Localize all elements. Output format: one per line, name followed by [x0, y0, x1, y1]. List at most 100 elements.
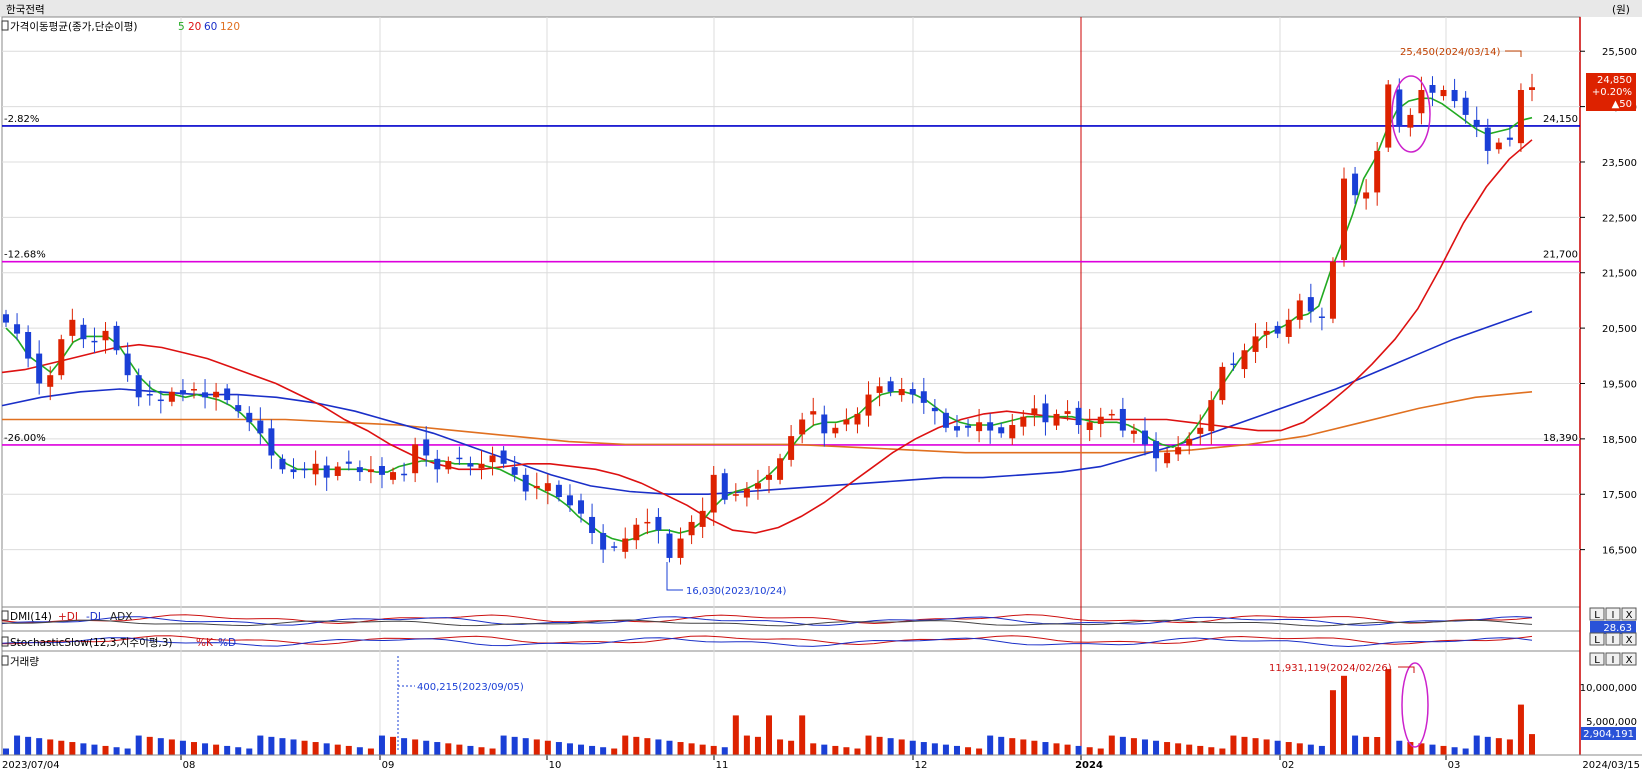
candle-body: [942, 412, 949, 428]
stoch-legend: StochasticSlow(12,3,지수이평,3) %K %D: [1, 636, 236, 649]
x-axis-label: 02: [1282, 760, 1295, 771]
candle-body: [1042, 403, 1049, 423]
candle-body: [865, 394, 872, 416]
candle-body: [1252, 336, 1259, 352]
volume-bar: [190, 742, 197, 755]
candle-body: [566, 495, 573, 506]
volume-bar: [1473, 735, 1480, 755]
ref-line-value-2: 18,390: [1543, 433, 1578, 444]
candle-body: [699, 510, 706, 527]
volume-bar: [434, 742, 441, 755]
volume-bar: [677, 742, 684, 755]
candle-body: [246, 412, 253, 423]
volume-bar: [887, 738, 894, 755]
volume-max-text: 11,931,119(2024/02/26): [1269, 663, 1392, 674]
candle-body: [555, 484, 562, 498]
volume-bar: [213, 744, 220, 755]
x-axis-label: 2024/03/15: [1582, 760, 1640, 771]
price-tick-label: 21,500: [1602, 269, 1637, 280]
dmi-adx-label: ADX: [110, 611, 132, 623]
candle-body: [721, 473, 728, 500]
volume-bar: [1318, 745, 1325, 755]
candle-body: [334, 466, 341, 476]
dmi-checkbox-icon[interactable]: [1, 610, 9, 621]
legend-checkbox-icon[interactable]: [1, 20, 9, 31]
price-legend: 가격이동평균(종가,단순이평) 5 20 60 120: [1, 20, 240, 33]
candle-body: [190, 389, 197, 391]
candle-body: [1053, 413, 1060, 426]
volume-bar: [533, 739, 540, 755]
x-axis-label: 08: [183, 760, 196, 771]
candle-body: [1363, 192, 1370, 199]
volume-bar: [1352, 735, 1359, 755]
volume-bar: [732, 715, 739, 755]
volume-bar: [1053, 743, 1060, 755]
volume-bar: [14, 735, 21, 755]
volume-bar: [80, 743, 87, 755]
candle-body: [478, 463, 485, 469]
volume-bar: [777, 739, 784, 755]
candle-body: [1164, 452, 1171, 464]
candle-body: [544, 483, 551, 491]
candle-body: [710, 474, 717, 513]
candle-body: [810, 411, 817, 415]
candle-body: [1153, 441, 1160, 459]
current-price: 24,850: [1597, 75, 1632, 86]
volume-bar: [942, 744, 949, 755]
volume-bar: [1164, 742, 1171, 755]
price-tick-label: 17,500: [1602, 490, 1637, 501]
stoch-checkbox-icon[interactable]: [1, 636, 9, 647]
candle-body: [456, 457, 463, 460]
candle-body: [1506, 137, 1513, 140]
candle-body: [378, 466, 385, 475]
volume-bar: [688, 743, 695, 755]
stoch-legend-title: StochasticSlow(12,3,지수이평,3): [10, 637, 173, 649]
volume-low-text: 400,215(2023/09/05): [417, 682, 524, 693]
volume-bar: [699, 744, 706, 755]
volume-bar: [1208, 747, 1215, 755]
high-annotation-leader: [1505, 50, 1522, 57]
candle-body: [467, 463, 474, 467]
candle-body: [1440, 89, 1447, 97]
candle-body: [578, 500, 585, 514]
x-axis-label: 2024: [1075, 760, 1103, 771]
panel-button-label: I: [1612, 655, 1615, 666]
candle-body: [213, 391, 220, 398]
volume-bar: [810, 743, 817, 755]
panel-button-label: L: [1594, 635, 1600, 646]
volume-bar: [721, 747, 728, 755]
volume-bar: [312, 742, 319, 755]
candle-body: [876, 386, 883, 393]
volume-legend-title: 거래량: [10, 656, 39, 668]
volume-bar: [113, 747, 120, 755]
volume-bar: [3, 748, 9, 755]
candle-body: [976, 422, 983, 432]
volume-bar: [644, 738, 651, 755]
volume-bar: [1153, 740, 1160, 755]
candle-body: [1329, 261, 1336, 319]
chart-canvas[interactable]: 한국전력 (원) -2.82% 24,150 -12.68% 21,700 -26.00…: [0, 0, 1642, 773]
candle-body: [323, 465, 330, 478]
volume-bar: [146, 736, 153, 755]
volume-bar: [965, 747, 972, 755]
panel-button-label: X: [1626, 635, 1633, 646]
candle-body: [965, 425, 972, 428]
volume-bar: [511, 736, 518, 755]
candle-body: [1241, 350, 1248, 370]
candle-body: [743, 488, 750, 498]
volume-bar: [456, 744, 463, 755]
volume-bar: [478, 747, 485, 755]
candle-body: [1230, 363, 1237, 366]
volume-bar: [1075, 745, 1082, 755]
candle-body: [931, 407, 938, 412]
current-price-box: 24,850 +0.20% ▲50: [1586, 73, 1636, 111]
candle-body: [312, 463, 319, 475]
candle-body: [279, 458, 286, 470]
low-annotation: 16,030(2023/10/24): [666, 562, 787, 597]
candle-body: [69, 319, 76, 336]
candle-body: [1318, 316, 1325, 318]
volume-bar: [69, 742, 76, 755]
volume-checkbox-icon[interactable]: [1, 655, 9, 666]
volume-bar: [920, 742, 927, 755]
candle-body: [887, 381, 894, 392]
